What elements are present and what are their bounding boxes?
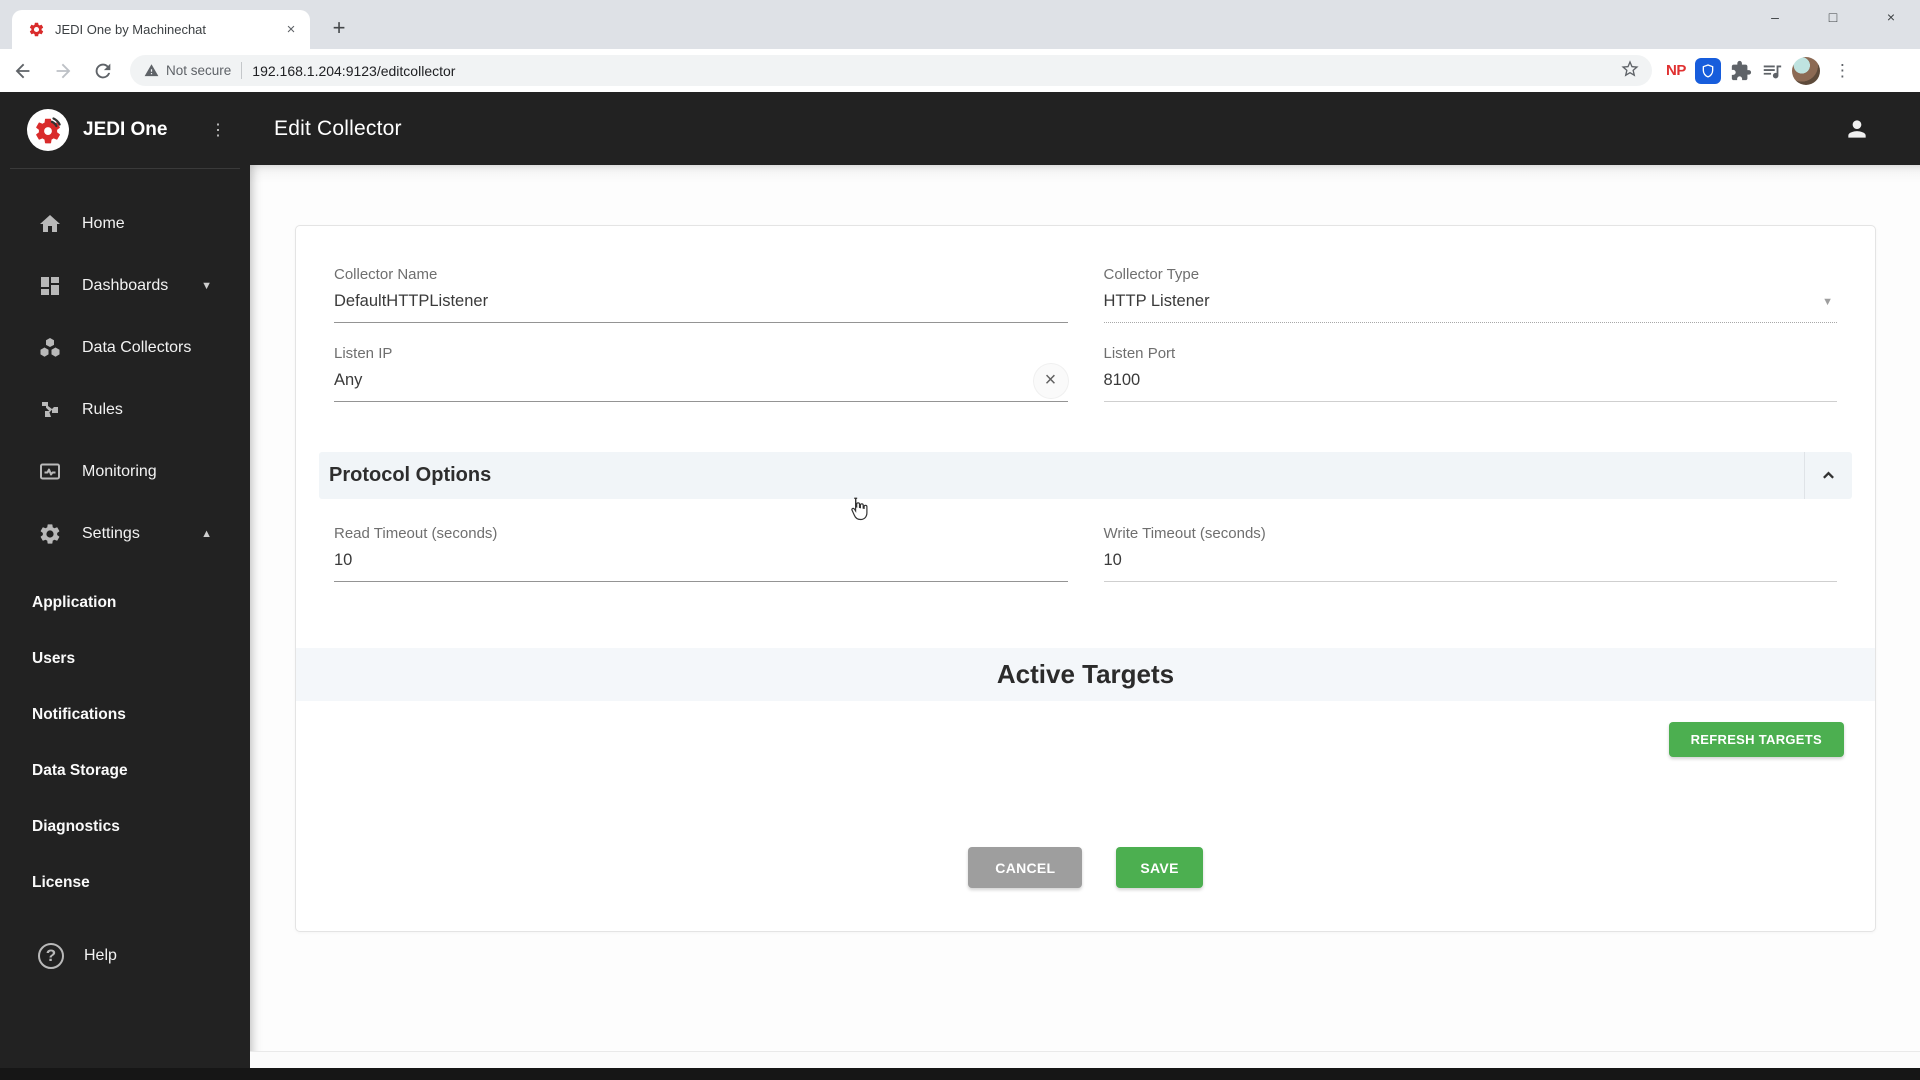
- collector-type-field: Collector Type HTTP Listener ▼: [1103, 266, 1837, 323]
- sidebar-item-data-collectors[interactable]: Data Collectors: [0, 317, 250, 379]
- sidebar-item-license[interactable]: License: [0, 855, 250, 911]
- collapse-section-button[interactable]: [1804, 452, 1852, 499]
- brand-row: JEDI One ⋮: [0, 92, 250, 168]
- brand-name: JEDI One: [83, 119, 168, 140]
- chevron-up-icon: [1823, 471, 1834, 479]
- clear-listen-ip-icon[interactable]: ×: [1033, 363, 1068, 398]
- close-window-button[interactable]: ×: [1862, 0, 1920, 34]
- sidebar-item-home[interactable]: Home: [0, 193, 250, 255]
- profile-avatar[interactable]: [1791, 56, 1820, 85]
- not-secure-warning-icon: [144, 63, 166, 78]
- sidebar-item-dashboards[interactable]: Dashboards ▼: [0, 255, 250, 317]
- settings-gear-icon: [40, 524, 60, 544]
- data-collectors-icon: [40, 338, 60, 357]
- password-manager-shield-icon[interactable]: [1694, 57, 1721, 84]
- favicon-gear-icon: [29, 22, 44, 37]
- content-footer: [250, 1051, 1920, 1068]
- protocol-options-header[interactable]: Protocol Options: [319, 452, 1852, 499]
- chevron-up-icon: ▲: [201, 528, 212, 540]
- cancel-button[interactable]: CANCEL: [968, 847, 1083, 888]
- refresh-targets-button[interactable]: REFRESH TARGETS: [1668, 722, 1844, 757]
- url-text[interactable]: 192.168.1.204:9123/editcollector: [252, 63, 1620, 79]
- save-button[interactable]: SAVE: [1116, 847, 1203, 888]
- write-timeout-input[interactable]: 10: [1104, 551, 1838, 570]
- edit-collector-form: Collector Name DefaultHTTPListener Colle…: [295, 225, 1876, 932]
- collector-name-input[interactable]: DefaultHTTPListener: [334, 292, 1068, 311]
- sidebar-item-help[interactable]: ? Help: [0, 925, 250, 987]
- extensions-puzzle-icon[interactable]: [1730, 60, 1752, 82]
- new-tab-button[interactable]: +: [324, 14, 354, 44]
- write-timeout-label: Write Timeout (seconds): [1103, 525, 1266, 542]
- tab-close-icon[interactable]: ×: [282, 21, 300, 39]
- home-icon: [40, 215, 60, 232]
- sidebar-item-diagnostics[interactable]: Diagnostics: [0, 799, 250, 855]
- monitoring-icon: [40, 463, 60, 480]
- sidebar-item-application[interactable]: Application: [0, 575, 250, 631]
- collector-name-field: Collector Name DefaultHTTPListener: [334, 266, 1068, 323]
- settings-subnav: Application Users Notifications Data Sto…: [0, 575, 250, 911]
- page-content: Collector Name DefaultHTTPListener Colle…: [250, 165, 1920, 1068]
- listen-ip-label: Listen IP: [334, 345, 393, 362]
- select-caret-icon: ▼: [1822, 295, 1833, 308]
- sidebar-item-notifications[interactable]: Notifications: [0, 687, 250, 743]
- listen-port-label: Listen Port: [1103, 345, 1176, 362]
- read-timeout-input[interactable]: 10: [334, 551, 1068, 570]
- collector-type-select[interactable]: HTTP Listener: [1104, 292, 1823, 311]
- sidebar-menu-icon[interactable]: ⋮: [202, 116, 234, 144]
- sidebar-item-rules[interactable]: Rules: [0, 379, 250, 441]
- forward-icon[interactable]: [46, 54, 80, 88]
- browser-tab[interactable]: JEDI One by Machinechat ×: [12, 10, 310, 49]
- sidebar-item-users[interactable]: Users: [0, 631, 250, 687]
- listen-port-input[interactable]: 8100: [1104, 371, 1838, 390]
- reload-icon[interactable]: [86, 54, 120, 88]
- active-targets-title: Active Targets: [996, 659, 1175, 689]
- media-playlist-icon[interactable]: [1761, 60, 1783, 82]
- extensions-row: NP ⋮: [1666, 56, 1865, 85]
- np-extension-icon[interactable]: NP: [1666, 62, 1686, 79]
- sidebar-item-monitoring[interactable]: Monitoring: [0, 441, 250, 503]
- page-title: Edit Collector: [274, 116, 402, 140]
- sidebar: JEDI One ⋮ Home Dashboards ▼ Data Collec…: [0, 92, 250, 1068]
- bookmark-star-icon[interactable]: [1620, 58, 1640, 83]
- security-label: Not secure: [166, 63, 232, 78]
- read-timeout-field: Read Timeout (seconds) 10: [334, 525, 1068, 582]
- address-bar[interactable]: Not secure 192.168.1.204:9123/editcollec…: [130, 55, 1652, 86]
- browser-window: JEDI One by Machinechat × + – □ × Not se…: [0, 0, 1920, 1080]
- app-bar: Edit Collector: [250, 92, 1920, 165]
- browser-menu-icon[interactable]: ⋮: [1829, 61, 1865, 81]
- help-icon: ?: [38, 943, 64, 969]
- user-account-icon[interactable]: [1844, 116, 1870, 142]
- listen-ip-input[interactable]: Any: [334, 371, 1034, 390]
- read-timeout-label: Read Timeout (seconds): [334, 525, 498, 542]
- minimize-button[interactable]: –: [1746, 0, 1804, 34]
- collector-type-label: Collector Type: [1103, 266, 1200, 283]
- sidebar-item-settings[interactable]: Settings ▲: [0, 503, 250, 565]
- tab-strip: JEDI One by Machinechat × + – □ ×: [0, 0, 1920, 49]
- dashboards-icon: [41, 277, 59, 295]
- sidebar-divider: [10, 168, 240, 169]
- write-timeout-field: Write Timeout (seconds) 10: [1103, 525, 1838, 582]
- app-frame: JEDI One ⋮ Home Dashboards ▼ Data Collec…: [0, 92, 1920, 1068]
- protocol-options-title: Protocol Options: [329, 464, 492, 486]
- rules-icon: [42, 402, 58, 417]
- back-icon[interactable]: [6, 54, 40, 88]
- jedi-one-logo-icon: [27, 109, 69, 151]
- listen-port-field: Listen Port 8100: [1103, 345, 1838, 402]
- collector-name-label: Collector Name: [334, 266, 438, 283]
- chevron-down-icon: ▼: [201, 280, 212, 292]
- tab-title: JEDI One by Machinechat: [55, 22, 207, 37]
- active-targets-section: Active Targets: [296, 648, 1875, 701]
- browser-toolbar: Not secure 192.168.1.204:9123/editcollec…: [0, 49, 1920, 92]
- sidebar-nav: Home Dashboards ▼ Data Collectors Rules: [0, 193, 250, 987]
- url-separator: [241, 62, 243, 79]
- sidebar-item-data-storage[interactable]: Data Storage: [0, 743, 250, 799]
- listen-ip-field: Listen IP Any ×: [334, 345, 1068, 402]
- window-controls: – □ ×: [1746, 0, 1920, 34]
- maximize-button[interactable]: □: [1804, 0, 1862, 34]
